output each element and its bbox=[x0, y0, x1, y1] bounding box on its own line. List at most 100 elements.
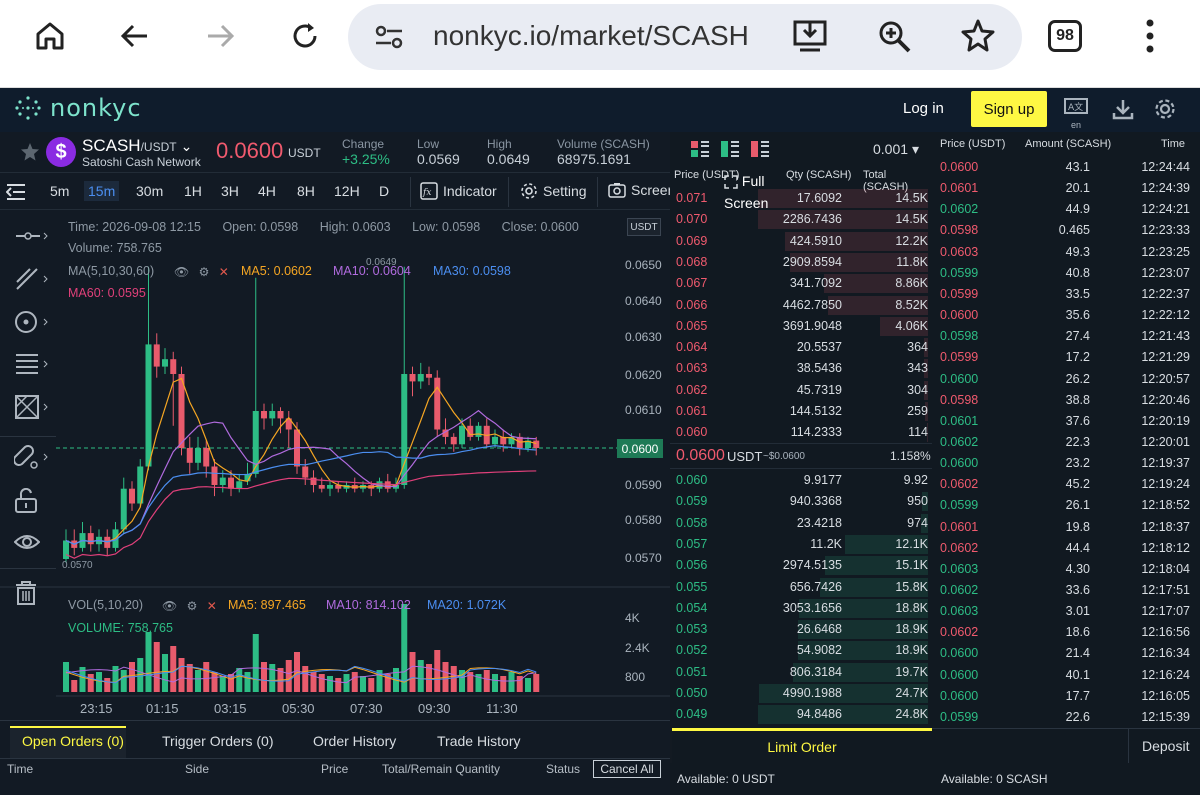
trade-time: 12:18:37 bbox=[1141, 519, 1190, 534]
ob-total: 15.1K bbox=[895, 558, 928, 573]
ask-row[interactable]: 0.071 17.6092 14.5K bbox=[670, 188, 932, 209]
pattern-tool-icon[interactable] bbox=[14, 394, 48, 426]
bid-row[interactable]: 0.051 806.3184 19.7K bbox=[670, 662, 932, 683]
trash-icon[interactable] bbox=[14, 580, 38, 612]
fullscreen-button[interactable]: Full Screen bbox=[724, 170, 784, 214]
price-chart[interactable]: 0.0650 0.0640 0.0630 0.0620 0.0610 0.0600 0.05… bbox=[0, 210, 670, 720]
horizontal-line-tool-icon[interactable] bbox=[14, 226, 48, 252]
close-icon[interactable]: ✕ bbox=[219, 265, 229, 279]
zoom-in-icon[interactable] bbox=[876, 18, 912, 59]
ask-row[interactable]: 0.065 3691.9048 4.06K bbox=[670, 316, 932, 337]
trend-line-tool-icon[interactable] bbox=[14, 266, 48, 298]
ask-row[interactable]: 0.064 20.5537 364 bbox=[670, 337, 932, 358]
indicator-button[interactable]: fx Indicator bbox=[420, 182, 497, 200]
eye-icon[interactable] bbox=[13, 532, 41, 558]
timeframe-30m[interactable]: 30m bbox=[136, 183, 163, 199]
forward-arrow-icon[interactable] bbox=[200, 16, 240, 56]
timeframe-12H[interactable]: 12H bbox=[334, 183, 360, 199]
timeframe-3H[interactable]: 3H bbox=[221, 183, 239, 199]
gear-small-icon[interactable]: ⚙ bbox=[187, 599, 198, 613]
tab-trigger-orders[interactable]: Trigger Orders (0) bbox=[162, 733, 274, 749]
bid-row[interactable]: 0.055 656.7426 15.8K bbox=[670, 577, 932, 598]
magnet-tool-icon[interactable] bbox=[13, 444, 48, 476]
ob-price: 0.068 bbox=[676, 254, 708, 269]
ask-row[interactable]: 0.060 114.2333 114 bbox=[670, 422, 932, 443]
settings-gear-icon[interactable] bbox=[1154, 98, 1176, 126]
layout-both-icon[interactable] bbox=[690, 140, 710, 163]
candle-body bbox=[459, 425, 465, 445]
bid-row[interactable]: 0.058 23.4218 974 bbox=[670, 513, 932, 534]
tab-trade-history[interactable]: Trade History bbox=[437, 733, 521, 749]
url-text[interactable]: nonkyc.io/market/SCASH bbox=[433, 20, 753, 52]
cancel-all-button[interactable]: Cancel All bbox=[593, 760, 661, 778]
timeframe-1H[interactable]: 1H bbox=[184, 183, 202, 199]
timeframe-4H[interactable]: 4H bbox=[258, 183, 276, 199]
timeframe-8H[interactable]: 8H bbox=[297, 183, 315, 199]
chevron-down-icon[interactable]: ⌄ bbox=[181, 138, 193, 154]
ask-row[interactable]: 0.062 45.7319 304 bbox=[670, 380, 932, 401]
timeframe-15m[interactable]: 15m bbox=[84, 181, 120, 201]
address-bar[interactable]: nonkyc.io/market/SCASH bbox=[348, 4, 1022, 70]
bid-row[interactable]: 0.052 54.9082 18.9K bbox=[670, 640, 932, 661]
tab-order-history[interactable]: Order History bbox=[313, 733, 396, 749]
precision-value: 0.001 bbox=[873, 141, 909, 157]
nonkyc-logo[interactable]: nonkyc bbox=[14, 94, 142, 122]
bid-row[interactable]: 0.056 2974.5135 15.1K bbox=[670, 555, 932, 576]
download-page-icon[interactable] bbox=[792, 18, 828, 59]
bid-row[interactable]: 0.060 9.9177 9.92 bbox=[670, 470, 932, 491]
back-arrow-icon[interactable] bbox=[115, 16, 155, 56]
bid-row[interactable]: 0.053 26.6468 18.9K bbox=[670, 619, 932, 640]
trade-time: 12:20:19 bbox=[1141, 413, 1190, 428]
home-icon[interactable] bbox=[30, 16, 70, 56]
precision-select[interactable]: 0.001 ▾ bbox=[873, 141, 919, 158]
vol-controls[interactable]: 👁 ⚙ ✕ bbox=[162, 599, 217, 613]
layout-bids-icon[interactable] bbox=[720, 140, 740, 163]
setting-button[interactable]: Setting bbox=[520, 182, 587, 200]
download-icon[interactable] bbox=[1112, 98, 1134, 126]
ask-row[interactable]: 0.061 144.5132 259 bbox=[670, 401, 932, 422]
bid-row[interactable]: 0.054 3053.1656 18.8K bbox=[670, 598, 932, 619]
trade-price: 0.0599 bbox=[940, 709, 979, 724]
bid-row[interactable]: 0.050 4990.1988 24.7K bbox=[670, 683, 932, 704]
bid-row[interactable]: 0.049 94.8486 24.8K bbox=[670, 704, 932, 725]
unlock-icon[interactable] bbox=[14, 487, 38, 520]
ma-controls[interactable]: 👁 ⚙ ✕ bbox=[174, 265, 229, 279]
trade-amount: 17.7 bbox=[1065, 688, 1090, 703]
tab-switcher-button[interactable]: 98 bbox=[1048, 20, 1082, 52]
ask-row[interactable]: 0.063 38.5436 343 bbox=[670, 358, 932, 379]
mid-usd: ~$0.0600 bbox=[763, 451, 805, 462]
market-pair[interactable]: SCASH/USDT ⌄ bbox=[82, 136, 192, 156]
trade-row: 0.0603 3.01 12:17:07 bbox=[932, 601, 1200, 622]
eye-off-icon[interactable]: 👁 bbox=[162, 599, 177, 613]
menu-kebab-icon[interactable] bbox=[1140, 18, 1160, 59]
bid-row[interactable]: 0.057 11.2K 12.1K bbox=[670, 534, 932, 555]
circle-target-tool-icon[interactable] bbox=[14, 310, 48, 340]
fibonacci-tool-icon[interactable] bbox=[14, 352, 48, 382]
layout-asks-icon[interactable] bbox=[750, 140, 770, 163]
timeframe-D[interactable]: D bbox=[379, 183, 389, 199]
close-icon[interactable]: ✕ bbox=[207, 599, 217, 613]
ask-row[interactable]: 0.067 341.7092 8.86K bbox=[670, 273, 932, 294]
signup-button[interactable]: Sign up bbox=[971, 91, 1047, 127]
collapse-menu-icon[interactable] bbox=[5, 183, 26, 206]
bid-row[interactable]: 0.059 940.3368 950 bbox=[670, 491, 932, 512]
login-link[interactable]: Log in bbox=[903, 100, 944, 117]
trade-time: 12:17:51 bbox=[1141, 583, 1190, 597]
ask-row[interactable]: 0.070 2286.7436 14.5K bbox=[670, 209, 932, 230]
limit-order-tab[interactable]: Limit Order bbox=[672, 728, 932, 763]
tab-open-orders[interactable]: Open Orders (0) bbox=[22, 733, 124, 749]
ask-row[interactable]: 0.066 4462.7850 8.52K bbox=[670, 295, 932, 316]
deposit-button[interactable]: Deposit bbox=[1142, 738, 1189, 754]
ask-row[interactable]: 0.068 2909.8594 11.8K bbox=[670, 252, 932, 273]
trade-row: 0.0602 33.6 12:17:51 bbox=[932, 580, 1200, 601]
gear-small-icon[interactable]: ⚙ bbox=[199, 265, 210, 279]
eye-off-icon[interactable]: 👁 bbox=[174, 265, 189, 279]
ask-row[interactable]: 0.069 424.5910 12.2K bbox=[670, 231, 932, 252]
language-icon[interactable]: A文 en bbox=[1064, 98, 1088, 130]
bookmark-star-icon[interactable] bbox=[960, 18, 996, 59]
candle-body bbox=[492, 436, 498, 445]
site-settings-icon[interactable] bbox=[374, 24, 404, 55]
timeframe-5m[interactable]: 5m bbox=[50, 183, 69, 199]
favorite-star-icon[interactable] bbox=[20, 142, 40, 167]
reload-icon[interactable] bbox=[285, 16, 325, 56]
